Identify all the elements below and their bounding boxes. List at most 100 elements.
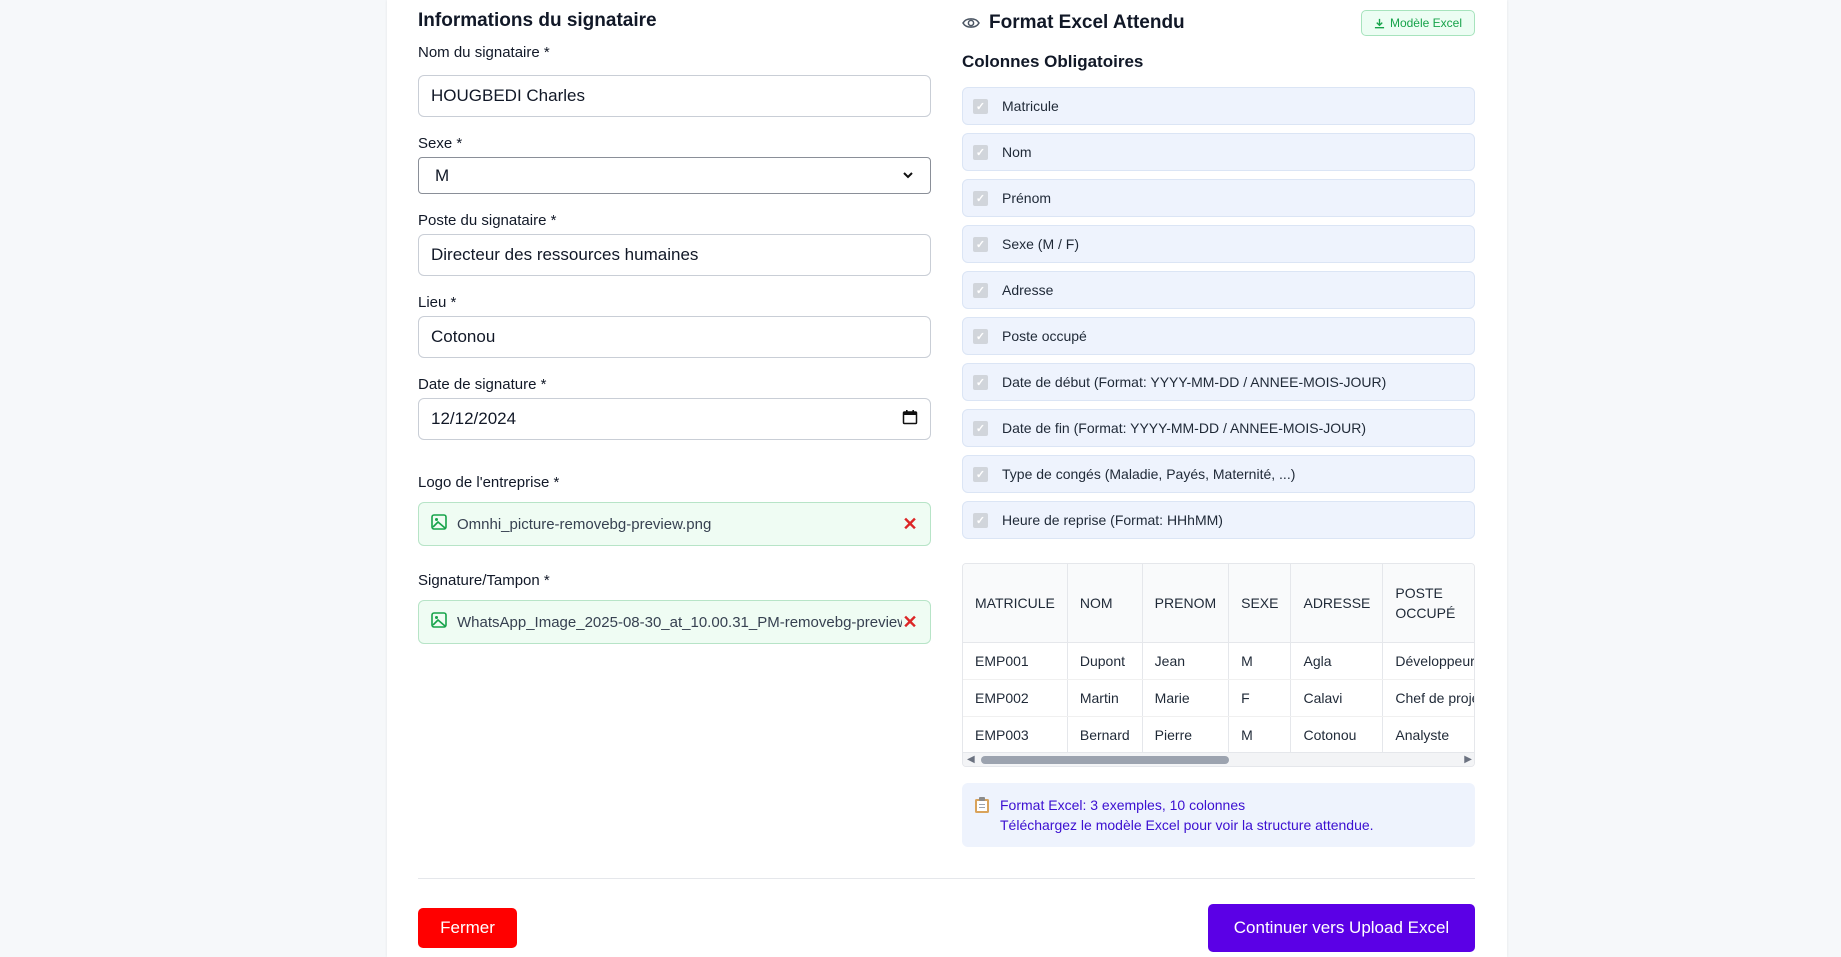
- table-cell: Marie: [1142, 679, 1230, 717]
- clipboard-icon: [974, 795, 990, 835]
- table-cell: EMP002: [963, 679, 1068, 717]
- name-label: Nom du signataire *: [418, 44, 550, 61]
- required-column-label: Prénom: [1002, 190, 1052, 206]
- close-button[interactable]: Fermer: [418, 908, 517, 948]
- table-header-cell: MATRICULE: [963, 564, 1068, 643]
- checkbox: ✓: [973, 420, 988, 436]
- table-cell: M: [1228, 642, 1292, 680]
- required-columns-title: Colonnes Obligatoires: [962, 52, 1144, 71]
- format-title: Format Excel Attendu: [989, 12, 1185, 33]
- place-label: Lieu *: [418, 294, 457, 311]
- table-cell: Jean: [1142, 642, 1230, 680]
- required-column-label: Nom: [1002, 144, 1032, 160]
- required-column-label: Sexe (M / F): [1002, 236, 1080, 252]
- table-cell: Pierre: [1142, 716, 1230, 754]
- eye-icon: [962, 16, 980, 30]
- table-row: EMP001 Dupont Jean M Agla Développeur: [963, 642, 1474, 680]
- checkbox: ✓: [973, 98, 988, 114]
- format-info-box: Format Excel: 3 exemples, 10 colonnes Té…: [962, 783, 1475, 847]
- required-column-item: ✓ Prénom: [962, 179, 1475, 217]
- table-cell: M: [1228, 716, 1292, 754]
- position-label: Poste du signataire *: [418, 212, 557, 229]
- calendar-icon[interactable]: [902, 409, 918, 430]
- horizontal-scrollbar[interactable]: ◀ ▶: [963, 752, 1474, 766]
- scroll-right-icon[interactable]: ▶: [1464, 754, 1472, 765]
- format-header: Format Excel Attendu Modèle Excel: [962, 10, 1475, 36]
- continue-upload-button[interactable]: Continuer vers Upload Excel: [1208, 904, 1475, 952]
- info-line-hint: Téléchargez le modèle Excel pour voir la…: [1000, 817, 1374, 833]
- position-value: Directeur des ressources humaines: [431, 245, 699, 264]
- example-table: MATRICULE NOM PRENOM SEXE ADRESSE POSTE …: [963, 564, 1474, 754]
- image-icon: [431, 612, 447, 632]
- table-header-cell: ADRESSE: [1290, 564, 1384, 643]
- scrollbar-thumb[interactable]: [981, 756, 1229, 764]
- required-column-item: ✓ Date de début (Format: YYYY-MM-DD / ANN…: [962, 363, 1475, 401]
- table-header-cell: NOM: [1067, 564, 1143, 643]
- required-column-item: ✓ Poste occupé: [962, 317, 1475, 355]
- required-column-item: ✓ Heure de reprise (Format: HHhMM): [962, 501, 1475, 539]
- signature-label: Signature/Tampon *: [418, 572, 550, 589]
- signer-section-title: Informations du signataire: [418, 10, 657, 31]
- required-column-label: Adresse: [1002, 282, 1054, 298]
- logo-label: Logo de l'entreprise *: [418, 474, 560, 491]
- table-cell: Analyste: [1382, 716, 1474, 754]
- date-input[interactable]: 12/12/2024: [418, 398, 931, 440]
- remove-signature-icon[interactable]: ✕: [902, 612, 918, 633]
- download-model-label: Modèle Excel: [1389, 16, 1462, 30]
- required-column-item: ✓ Nom: [962, 133, 1475, 171]
- checkbox: ✓: [973, 144, 988, 160]
- table-cell: Calavi: [1290, 679, 1384, 717]
- chevron-down-icon: [902, 166, 914, 186]
- remove-logo-icon[interactable]: ✕: [902, 514, 918, 535]
- checkbox: ✓: [973, 328, 988, 344]
- required-column-label: Date de fin (Format: YYYY-MM-DD / ANNEE-…: [1002, 420, 1367, 436]
- date-label: Date de signature *: [418, 376, 547, 393]
- info-line-summary: Format Excel: 3 exemples, 10 colonnes: [1000, 797, 1246, 813]
- required-column-label: Heure de reprise (Format: HHhMM): [1002, 512, 1223, 528]
- name-input[interactable]: HOUGBEDI Charles: [418, 75, 931, 117]
- date-value: 12/12/2024: [431, 409, 517, 428]
- scroll-left-icon[interactable]: ◀: [967, 754, 975, 765]
- required-column-label: Matricule: [1002, 98, 1059, 114]
- table-cell: EMP003: [963, 716, 1068, 754]
- logo-file: Omnhi_picture-removebg-preview.png ✕: [418, 502, 931, 546]
- required-column-label: Date de début (Format: YYYY-MM-DD / ANNE…: [1002, 374, 1387, 390]
- position-input[interactable]: Directeur des ressources humaines: [418, 234, 931, 276]
- table-cell: Cotonou: [1290, 716, 1384, 754]
- table-row: EMP003 Bernard Pierre M Cotonou Analyste: [963, 716, 1474, 754]
- table-cell: Dupont: [1067, 642, 1143, 680]
- signature-filename: WhatsApp_Image_2025-08-30_at_10.00.31_PM…: [457, 613, 902, 631]
- table-header-cell: PRENOM: [1142, 564, 1230, 643]
- required-column-item: ✓ Sexe (M / F): [962, 225, 1475, 263]
- image-icon: [431, 514, 447, 534]
- example-table-container[interactable]: MATRICULE NOM PRENOM SEXE ADRESSE POSTE …: [962, 563, 1475, 767]
- download-icon: [1374, 18, 1385, 29]
- required-column-item: ✓ Date de fin (Format: YYYY-MM-DD / ANNEE…: [962, 409, 1475, 447]
- download-model-button[interactable]: Modèle Excel: [1360, 10, 1475, 36]
- place-input[interactable]: Cotonou: [418, 316, 931, 358]
- checkbox: ✓: [973, 512, 988, 528]
- checkbox: ✓: [973, 374, 988, 390]
- table-header-row: MATRICULE NOM PRENOM SEXE ADRESSE POSTE …: [963, 564, 1474, 643]
- footer-divider: [418, 878, 1475, 879]
- name-value: HOUGBEDI Charles: [431, 86, 585, 105]
- format-info-text: Format Excel: 3 exemples, 10 colonnes Té…: [1000, 795, 1374, 835]
- table-cell: Développeur: [1382, 642, 1474, 680]
- required-column-item: ✓ Adresse: [962, 271, 1475, 309]
- table-cell: EMP001: [963, 642, 1068, 680]
- checkbox: ✓: [973, 282, 988, 298]
- table-cell: Bernard: [1067, 716, 1143, 754]
- signature-file: WhatsApp_Image_2025-08-30_at_10.00.31_PM…: [418, 600, 931, 644]
- table-cell: F: [1228, 679, 1292, 717]
- table-row: EMP002 Martin Marie F Calavi Chef de pro…: [963, 679, 1474, 717]
- place-value: Cotonou: [431, 327, 496, 346]
- sex-select[interactable]: M: [418, 157, 931, 194]
- logo-filename: Omnhi_picture-removebg-preview.png: [457, 515, 712, 533]
- table-header-cell: SEXE: [1228, 564, 1292, 643]
- required-column-item: ✓ Matricule: [962, 87, 1475, 125]
- checkbox: ✓: [973, 236, 988, 252]
- checkbox: ✓: [973, 190, 988, 206]
- table-cell: Chef de projet: [1382, 679, 1474, 717]
- sex-label: Sexe *: [418, 135, 463, 152]
- sex-value: M: [435, 165, 450, 185]
